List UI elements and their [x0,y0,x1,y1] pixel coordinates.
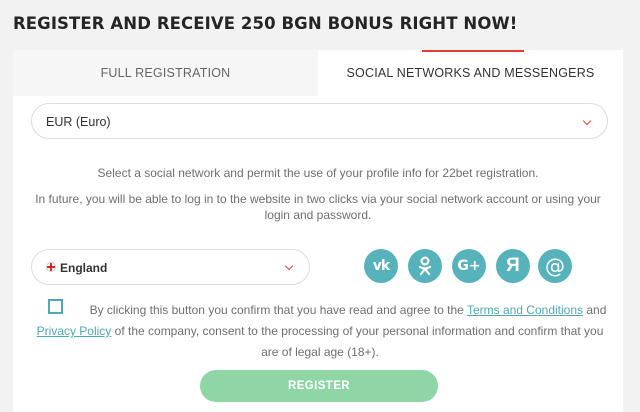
agreement-text: By clicking this button you confirm that… [36,303,607,359]
country-value: England [60,261,108,275]
tab-full-registration[interactable]: FULL REGISTRATION [13,50,318,96]
england-flag-icon [46,262,56,272]
agreement-checkbox[interactable] [48,299,63,314]
mail-at-icon[interactable]: @ [538,249,572,283]
registration-card: FULL REGISTRATION SOCIAL NETWORKS AND ME… [13,50,623,412]
social-info-text: Select a social network and permit the u… [97,166,539,180]
currency-select[interactable]: EUR (Euro) [31,103,608,139]
active-tab-indicator [422,50,524,52]
registration-tabs: FULL REGISTRATION SOCIAL NETWORKS AND ME… [13,50,623,96]
currency-value: EUR (Euro) [46,115,111,129]
country-select[interactable]: England [31,249,310,285]
vk-icon[interactable]: vk [364,249,398,283]
privacy-policy-link[interactable]: Privacy Policy [37,324,112,338]
chevron-down-icon [284,261,294,271]
register-button[interactable]: REGISTER [200,370,438,402]
tab-social-networks[interactable]: SOCIAL NETWORKS AND MESSENGERS [318,50,623,96]
page-title: REGISTER AND RECEIVE 250 BGN BONUS RIGHT… [13,14,518,33]
yandex-icon[interactable]: Я [496,249,530,283]
login-info-text: In future, you will be able to log in to… [35,192,601,222]
terms-link[interactable]: Terms and Conditions [467,303,583,317]
google-plus-icon[interactable]: G+ [452,249,486,283]
chevron-down-icon [582,116,592,126]
odnoklassniki-icon[interactable] [408,249,442,283]
